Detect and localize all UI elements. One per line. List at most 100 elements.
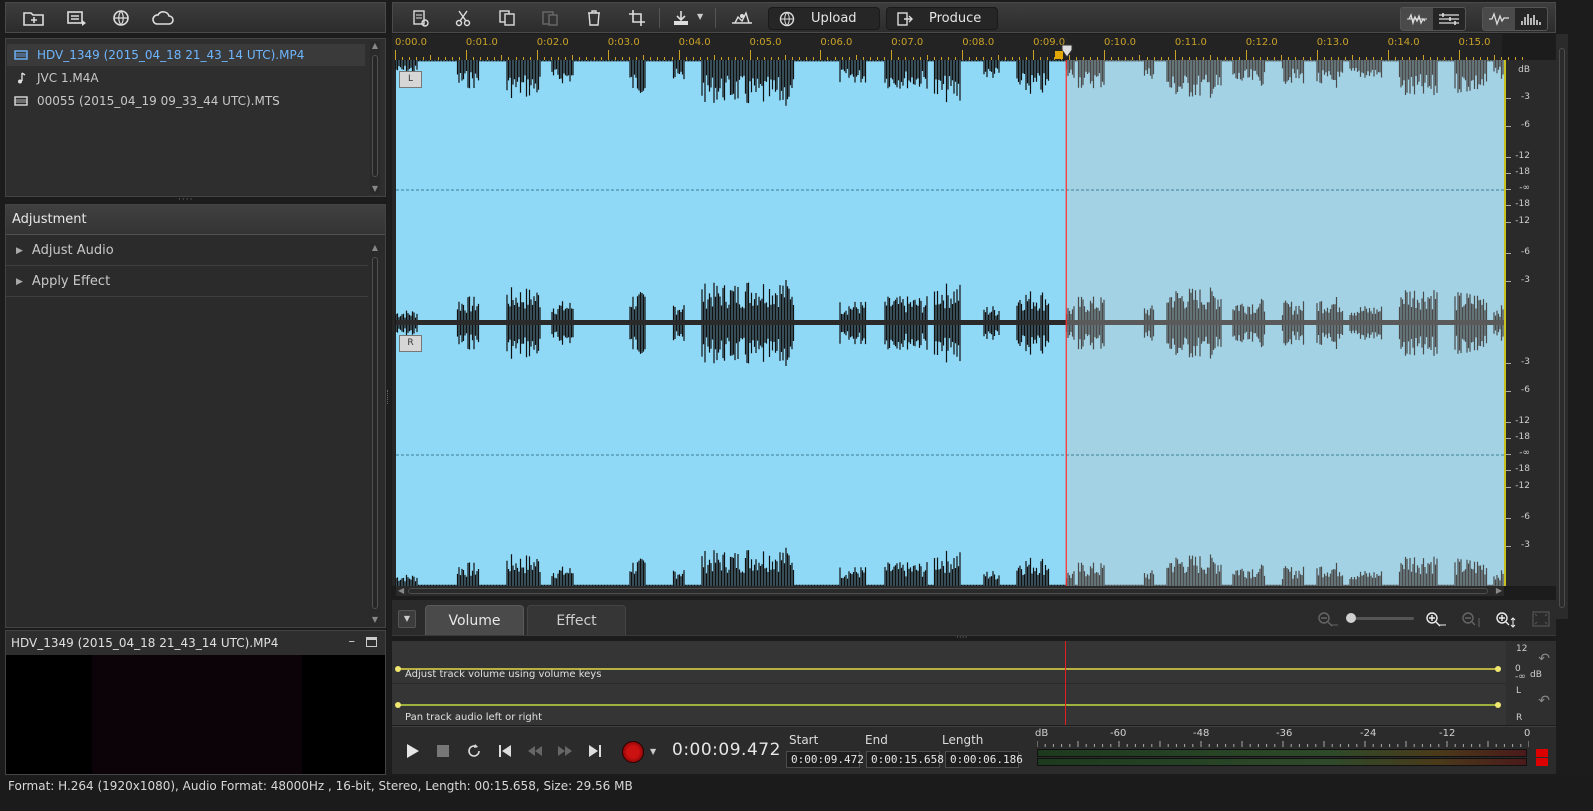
- multi-track-view-icon[interactable]: [1433, 8, 1465, 30]
- stop-button[interactable]: [432, 740, 454, 762]
- fit-view-icon[interactable]: [1528, 609, 1554, 629]
- export-dropdown-arrow[interactable]: ▼: [697, 12, 703, 21]
- waveform-area[interactable]: L R: [392, 60, 1506, 586]
- envelope-node[interactable]: [1495, 702, 1501, 708]
- waveform-canvas[interactable]: [392, 60, 1506, 586]
- crop-icon[interactable]: [625, 6, 651, 30]
- selection-start-marker[interactable]: [1054, 51, 1063, 59]
- ruler-label: 0:02.0: [536, 37, 569, 48]
- go-to-start-button[interactable]: [494, 740, 516, 762]
- properties-icon[interactable]: [407, 6, 433, 30]
- import-files-icon[interactable]: [63, 7, 91, 29]
- scroll-right-arrow[interactable]: ▶: [1496, 586, 1502, 596]
- envelope-node[interactable]: [395, 666, 401, 672]
- selection-length-field[interactable]: 0:00:06.186: [945, 751, 1023, 768]
- import-folder-icon[interactable]: [20, 7, 48, 29]
- upload-label: Upload: [811, 11, 857, 26]
- repeat-button[interactable]: [463, 740, 485, 762]
- meter-label: -36: [1276, 728, 1293, 739]
- waveform-view-icon[interactable]: [1483, 8, 1515, 30]
- reset-volume-icon[interactable]: ↶: [1538, 651, 1550, 667]
- envelope-node[interactable]: [395, 702, 401, 708]
- play-button[interactable]: [401, 740, 423, 762]
- rewind-button[interactable]: [524, 740, 546, 762]
- zoom-in-horizontal-icon[interactable]: [1422, 609, 1448, 629]
- delete-icon[interactable]: [581, 6, 607, 30]
- envelope-tracks[interactable]: Adjust track volume using volume keys Pa…: [392, 641, 1506, 725]
- single-track-view-icon[interactable]: [1401, 8, 1433, 30]
- volume-envelope-track[interactable]: Adjust track volume using volume keys: [392, 641, 1506, 683]
- collapse-toggle-button[interactable]: ▼: [398, 610, 416, 628]
- globe-refresh-icon[interactable]: [107, 7, 135, 29]
- spectrum-view-icon[interactable]: [1515, 8, 1547, 30]
- ruler-tick: [891, 50, 893, 60]
- adjust-audio-label: Adjust Audio: [31, 243, 114, 258]
- left-splitter[interactable]: [387, 38, 391, 768]
- adjust-audio-row[interactable]: ▶ Adjust Audio: [6, 236, 368, 266]
- produce-label: Produce: [929, 11, 982, 26]
- noise-icon[interactable]: [727, 6, 757, 30]
- copy-icon[interactable]: [494, 6, 520, 30]
- ruler-tick: [536, 50, 538, 60]
- db-label: -6: [1521, 120, 1530, 130]
- zoom-in-vertical-icon[interactable]: [1492, 609, 1518, 629]
- edit-mode-toggle: [1400, 7, 1466, 31]
- export-icon[interactable]: [668, 6, 694, 30]
- scroll-up-arrow[interactable]: ▲: [370, 41, 380, 51]
- db-tick: [1506, 438, 1511, 439]
- volume-min-label: -∞: [1515, 672, 1526, 682]
- vertical-scrollbar[interactable]: [1556, 34, 1568, 619]
- zoom-out-vertical-icon[interactable]: [1458, 609, 1484, 629]
- envelope-node[interactable]: [1495, 666, 1501, 672]
- timeline-ruler[interactable]: 0:00.0 0:01.0 0:02.0 0:03.0 0:04.0 0:05.0 0:06…: [392, 34, 1524, 60]
- media-scrollbar[interactable]: ▲ ▼: [370, 41, 380, 194]
- adjustment-scrollbar[interactable]: ▲ ▼: [370, 243, 380, 625]
- reset-pan-icon[interactable]: ↶: [1538, 693, 1550, 709]
- panel-splitter[interactable]: ····: [956, 634, 974, 643]
- pan-envelope-track[interactable]: Pan track audio left or right: [392, 683, 1506, 725]
- media-item[interactable]: 00055 (2015_04_19 09_33_44 UTC).MTS: [7, 90, 365, 112]
- scroll-down-arrow[interactable]: ▼: [370, 615, 380, 625]
- selection-start-field[interactable]: 0:00:09.472: [786, 751, 864, 768]
- meter-label: -48: [1193, 728, 1210, 739]
- channel-divider: [1066, 320, 1504, 325]
- video-icon: [14, 49, 28, 61]
- tab-volume[interactable]: Volume: [425, 605, 524, 635]
- minimize-button[interactable]: –: [349, 634, 356, 649]
- scroll-down-arrow[interactable]: ▼: [370, 184, 380, 194]
- maximize-button[interactable]: [366, 637, 377, 647]
- record-button[interactable]: [622, 741, 644, 763]
- produce-button[interactable]: Produce: [886, 7, 998, 30]
- adjustment-title: Adjustment: [6, 205, 385, 235]
- upload-button[interactable]: Upload: [768, 7, 880, 30]
- media-item[interactable]: HDV_1349 (2015_04_18 21_43_14 UTC).MP4: [7, 44, 365, 66]
- fast-forward-button[interactable]: [554, 740, 576, 762]
- volume-caption: Adjust track volume using volume keys: [405, 669, 602, 680]
- go-to-end-button[interactable]: [584, 740, 606, 762]
- meter-label: -24: [1360, 728, 1377, 739]
- cloud-icon[interactable]: [149, 7, 177, 29]
- horizontal-scrollbar[interactable]: ◀ ▶: [396, 586, 1504, 596]
- scroll-up-arrow[interactable]: ▲: [370, 243, 380, 253]
- start-label: Start: [789, 733, 819, 747]
- left-channel-badge[interactable]: L: [399, 71, 422, 88]
- zoom-slider[interactable]: [1346, 613, 1414, 623]
- preview-panel: HDV_1349 (2015_04_18 21_43_14 UTC).MP4 –: [5, 630, 386, 775]
- pan-caption: Pan track audio left or right: [405, 712, 543, 723]
- record-dropdown-arrow[interactable]: ▼: [650, 747, 656, 756]
- db-label: -12: [1515, 416, 1530, 426]
- tab-effect[interactable]: Effect: [527, 605, 626, 635]
- status-bar: Format: H.264 (1920x1080), Audio Format:…: [0, 776, 1593, 811]
- selection-end-field[interactable]: 0:00:15.658: [866, 751, 944, 768]
- db-tick: [1506, 205, 1511, 206]
- editor-toolbar: ▼ Upload Produce: [392, 2, 1556, 33]
- scissors-icon[interactable]: [450, 6, 476, 30]
- zoom-slider-knob[interactable]: [1346, 613, 1356, 623]
- right-channel-badge[interactable]: R: [399, 335, 422, 352]
- panel-splitter[interactable]: ····: [178, 196, 194, 205]
- scroll-left-arrow[interactable]: ◀: [398, 586, 404, 596]
- db-label: -3: [1521, 275, 1530, 285]
- media-item[interactable]: JVC 1.M4A: [7, 67, 365, 89]
- zoom-out-horizontal-icon[interactable]: [1314, 609, 1340, 629]
- apply-effect-row[interactable]: ▶ Apply Effect: [6, 267, 368, 297]
